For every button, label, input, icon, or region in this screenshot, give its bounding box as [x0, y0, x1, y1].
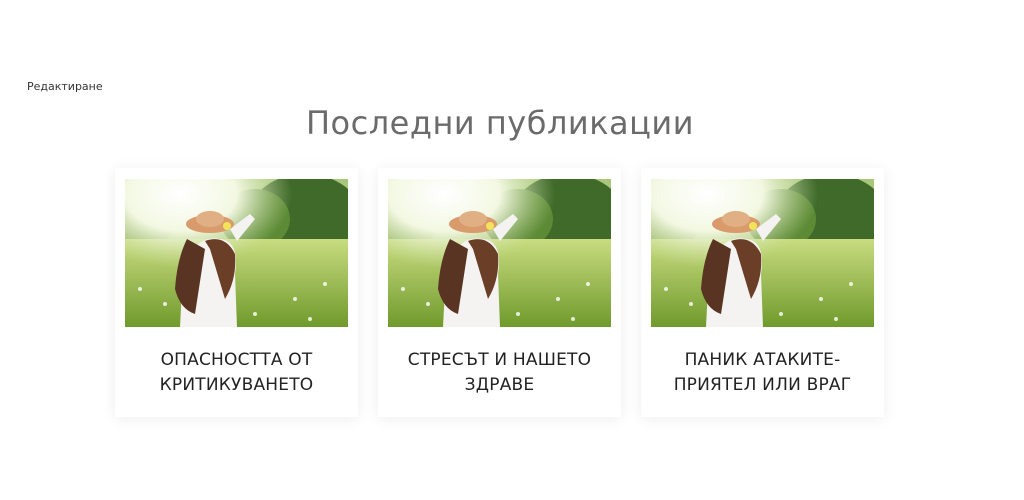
page: Редактиране Последни публикации ОПАСНОСТ… [0, 0, 1024, 500]
post-title-line: ПРИЯТЕЛ ИЛИ ВРАГ [673, 375, 852, 395]
section-title: Последни публикации [305, 104, 695, 142]
post-title-line: ПАНИК АТАКИТЕ- [684, 350, 841, 370]
post-title-line: ОПАСНОСТТА ОТ [160, 350, 313, 370]
post-thumbnail[interactable] [651, 179, 874, 327]
post-title[interactable]: ПАНИК АТАКИТЕ- ПРИЯТЕЛ ИЛИ ВРАГ [641, 348, 884, 398]
post-title[interactable]: ОПАСНОСТТА ОТ КРИТИКУВАНЕТО [115, 348, 358, 398]
post-title-line: КРИТИКУВАНЕТО [159, 375, 314, 395]
posts-grid: ОПАСНОСТТА ОТ КРИТИКУВАНЕТО СТРЕСЪТ И НА… [115, 168, 884, 417]
post-card[interactable]: СТРЕСЪТ И НАШЕТО ЗДРАВЕ [378, 168, 621, 417]
post-title[interactable]: СТРЕСЪТ И НАШЕТО ЗДРАВЕ [378, 348, 621, 398]
post-card[interactable]: ПАНИК АТАКИТЕ- ПРИЯТЕЛ ИЛИ ВРАГ [641, 168, 884, 417]
post-title-line: ЗДРАВЕ [464, 375, 535, 395]
edit-link[interactable]: Редактиране [27, 80, 103, 93]
post-thumbnail[interactable] [125, 179, 348, 327]
post-thumbnail[interactable] [388, 179, 611, 327]
post-title-line: СТРЕСЪТ И НАШЕТО [407, 350, 592, 370]
post-card[interactable]: ОПАСНОСТТА ОТ КРИТИКУВАНЕТО [115, 168, 358, 417]
